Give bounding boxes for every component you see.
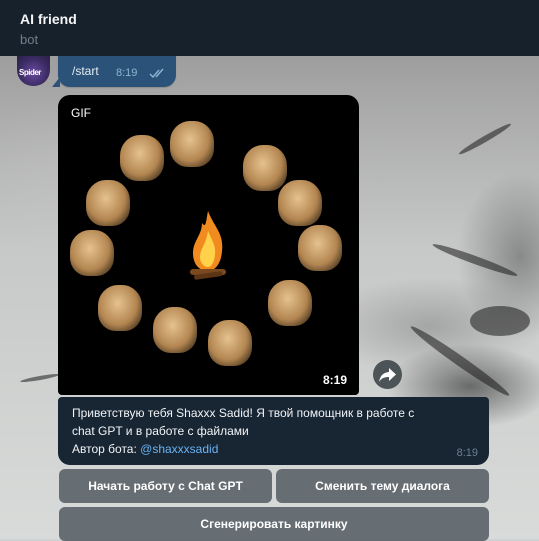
- gif-cat: [170, 121, 214, 167]
- bot-message-time: 8:19: [456, 447, 478, 459]
- author-link[interactable]: @shaxxxsadid: [140, 442, 218, 456]
- gif-cat: [278, 180, 322, 226]
- gif-media[interactable]: GIF 8:19: [58, 95, 359, 395]
- forward-arrow-icon: [379, 368, 396, 382]
- campfire-icon: [190, 211, 226, 280]
- bot-message[interactable]: Приветствую тебя Shaxxx Sadid! Я твой по…: [58, 397, 489, 465]
- chat-header[interactable]: AI friend bot: [0, 0, 539, 57]
- bot-message-author-line: Автор бота: @shaxxxsadid: [72, 442, 218, 456]
- forward-button[interactable]: [373, 360, 402, 389]
- change-topic-button[interactable]: Сменить тему диалога: [276, 469, 489, 503]
- bot-message-line: chat GPT и в работе с файлами: [72, 424, 249, 438]
- outgoing-message-text: /start: [72, 64, 99, 78]
- gif-cat: [120, 135, 164, 181]
- bot-avatar[interactable]: Spider: [17, 56, 50, 86]
- gif-label: GIF: [71, 106, 91, 120]
- gif-time: 8:19: [322, 373, 347, 387]
- change-topic-label: Сменить тему диалога: [315, 479, 450, 493]
- double-check-icon: [149, 68, 164, 79]
- bot-message-line: Приветствую тебя Shaxxx Sadid! Я твой по…: [72, 406, 415, 420]
- gif-cat: [268, 280, 312, 326]
- generate-image-button[interactable]: Сгенерировать картинку: [59, 507, 489, 541]
- chat-subtitle: bot: [20, 32, 39, 47]
- start-chat-gpt-button[interactable]: Начать работу с Chat GPT: [59, 469, 272, 503]
- gif-cat: [98, 285, 142, 331]
- outgoing-message-time: 8:19: [116, 67, 138, 79]
- gif-cat: [86, 180, 130, 226]
- gif-cat: [208, 320, 252, 366]
- avatar-text: Spider: [19, 68, 41, 77]
- bot-author-prefix: Автор бота:: [72, 442, 141, 456]
- gif-cat: [70, 230, 114, 276]
- gif-cat: [298, 225, 342, 271]
- outgoing-message[interactable]: /start 8:19: [52, 56, 176, 87]
- start-chat-gpt-label: Начать работу с Chat GPT: [88, 479, 243, 493]
- chat-title[interactable]: AI friend: [20, 11, 77, 27]
- generate-image-label: Сгенерировать картинку: [200, 517, 348, 531]
- gif-cat: [243, 145, 287, 191]
- gif-cat: [153, 307, 197, 353]
